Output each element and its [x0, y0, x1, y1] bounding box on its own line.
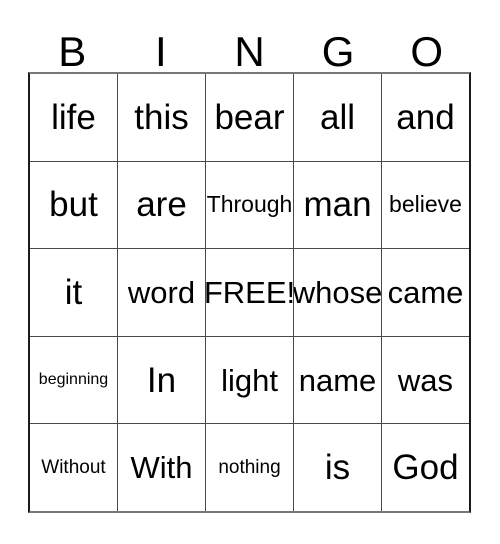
bingo-cell-b3[interactable]: it [30, 249, 117, 336]
bingo-cell-g5[interactable]: is [293, 424, 381, 511]
bingo-cell-g1[interactable]: all [293, 74, 381, 161]
bingo-cell-label: name [298, 362, 377, 398]
header-letter-n: N [234, 27, 265, 75]
bingo-cell-label: it [64, 272, 83, 312]
bingo-cell-o5[interactable]: God [381, 424, 469, 511]
bingo-cell-b2[interactable]: but [30, 161, 117, 249]
header-cell-g: G [294, 22, 383, 72]
header-letter-o: O [410, 27, 443, 75]
bingo-cell-label: this [134, 97, 189, 137]
bingo-cell-b1[interactable]: life [30, 74, 117, 161]
bingo-cell-label: With [130, 450, 193, 486]
bingo-cell-g4[interactable]: name [293, 336, 381, 424]
header-cell-n: N [205, 22, 294, 72]
bingo-cell-label: believe [389, 191, 462, 218]
header-cell-i: I [117, 22, 206, 72]
bingo-cell-i3[interactable]: word [117, 249, 205, 336]
bingo-cell-label: light [221, 362, 278, 398]
bingo-cell-o2[interactable]: believe [381, 161, 469, 249]
bingo-cell-label: man [303, 185, 372, 225]
bingo-row: it word FREE! whose came [30, 248, 469, 336]
bingo-cell-label: beginning [38, 371, 109, 389]
bingo-cell-o1[interactable]: and [381, 74, 469, 161]
bingo-cell-label: all [319, 97, 356, 137]
bingo-cell-label: nothing [218, 457, 281, 479]
bingo-cell-label: bear [214, 97, 285, 137]
bingo-row: Without With nothing is God [30, 423, 469, 511]
bingo-cell-n2[interactable]: Through [205, 161, 293, 249]
header-letter-g: G [321, 27, 355, 75]
bingo-cell-free-space[interactable]: FREE! [205, 249, 293, 336]
bingo-cell-label: whose [293, 274, 381, 310]
header-letter-i: I [155, 27, 167, 75]
bingo-cell-i2[interactable]: are [117, 161, 205, 249]
bingo-cell-n1[interactable]: bear [205, 74, 293, 161]
bingo-cell-n4[interactable]: light [205, 336, 293, 424]
bingo-cell-label: is [324, 448, 351, 488]
bingo-row: beginning In light name was [30, 335, 469, 424]
header-cell-o: O [382, 22, 471, 72]
bingo-cell-label: Through [206, 191, 293, 218]
bingo-cell-label: and [396, 97, 455, 137]
bingo-cell-label: Without [41, 457, 106, 479]
bingo-card: B I N G O life this bear all and but are… [0, 0, 500, 544]
bingo-cell-i5[interactable]: With [117, 424, 205, 511]
bingo-cell-label: God [392, 448, 459, 488]
header-cell-b: B [28, 22, 117, 72]
bingo-row: life this bear all and [30, 74, 469, 161]
bingo-header-row: B I N G O [28, 22, 471, 72]
bingo-cell-label: but [49, 185, 98, 225]
bingo-cell-g2[interactable]: man [293, 161, 381, 249]
bingo-cell-b4[interactable]: beginning [30, 336, 117, 424]
bingo-cell-label: FREE! [205, 274, 293, 310]
bingo-cell-i1[interactable]: this [117, 74, 205, 161]
bingo-cell-o3[interactable]: came [381, 249, 469, 336]
bingo-cell-b5[interactable]: Without [30, 424, 117, 511]
bingo-cell-label: was [397, 362, 454, 398]
bingo-cell-n5[interactable]: nothing [205, 424, 293, 511]
bingo-row: but are Through man believe [30, 160, 469, 249]
header-letter-b: B [58, 27, 87, 75]
bingo-cell-g3[interactable]: whose [293, 249, 381, 336]
bingo-cell-o4[interactable]: was [381, 336, 469, 424]
bingo-cell-label: came [387, 274, 464, 310]
bingo-cell-label: word [127, 274, 196, 310]
bingo-cell-i4[interactable]: In [117, 336, 205, 424]
bingo-cell-label: In [146, 360, 177, 400]
bingo-grid: life this bear all and but are Through m… [28, 72, 471, 513]
bingo-cell-label: life [51, 97, 96, 137]
bingo-cell-label: are [136, 185, 187, 225]
